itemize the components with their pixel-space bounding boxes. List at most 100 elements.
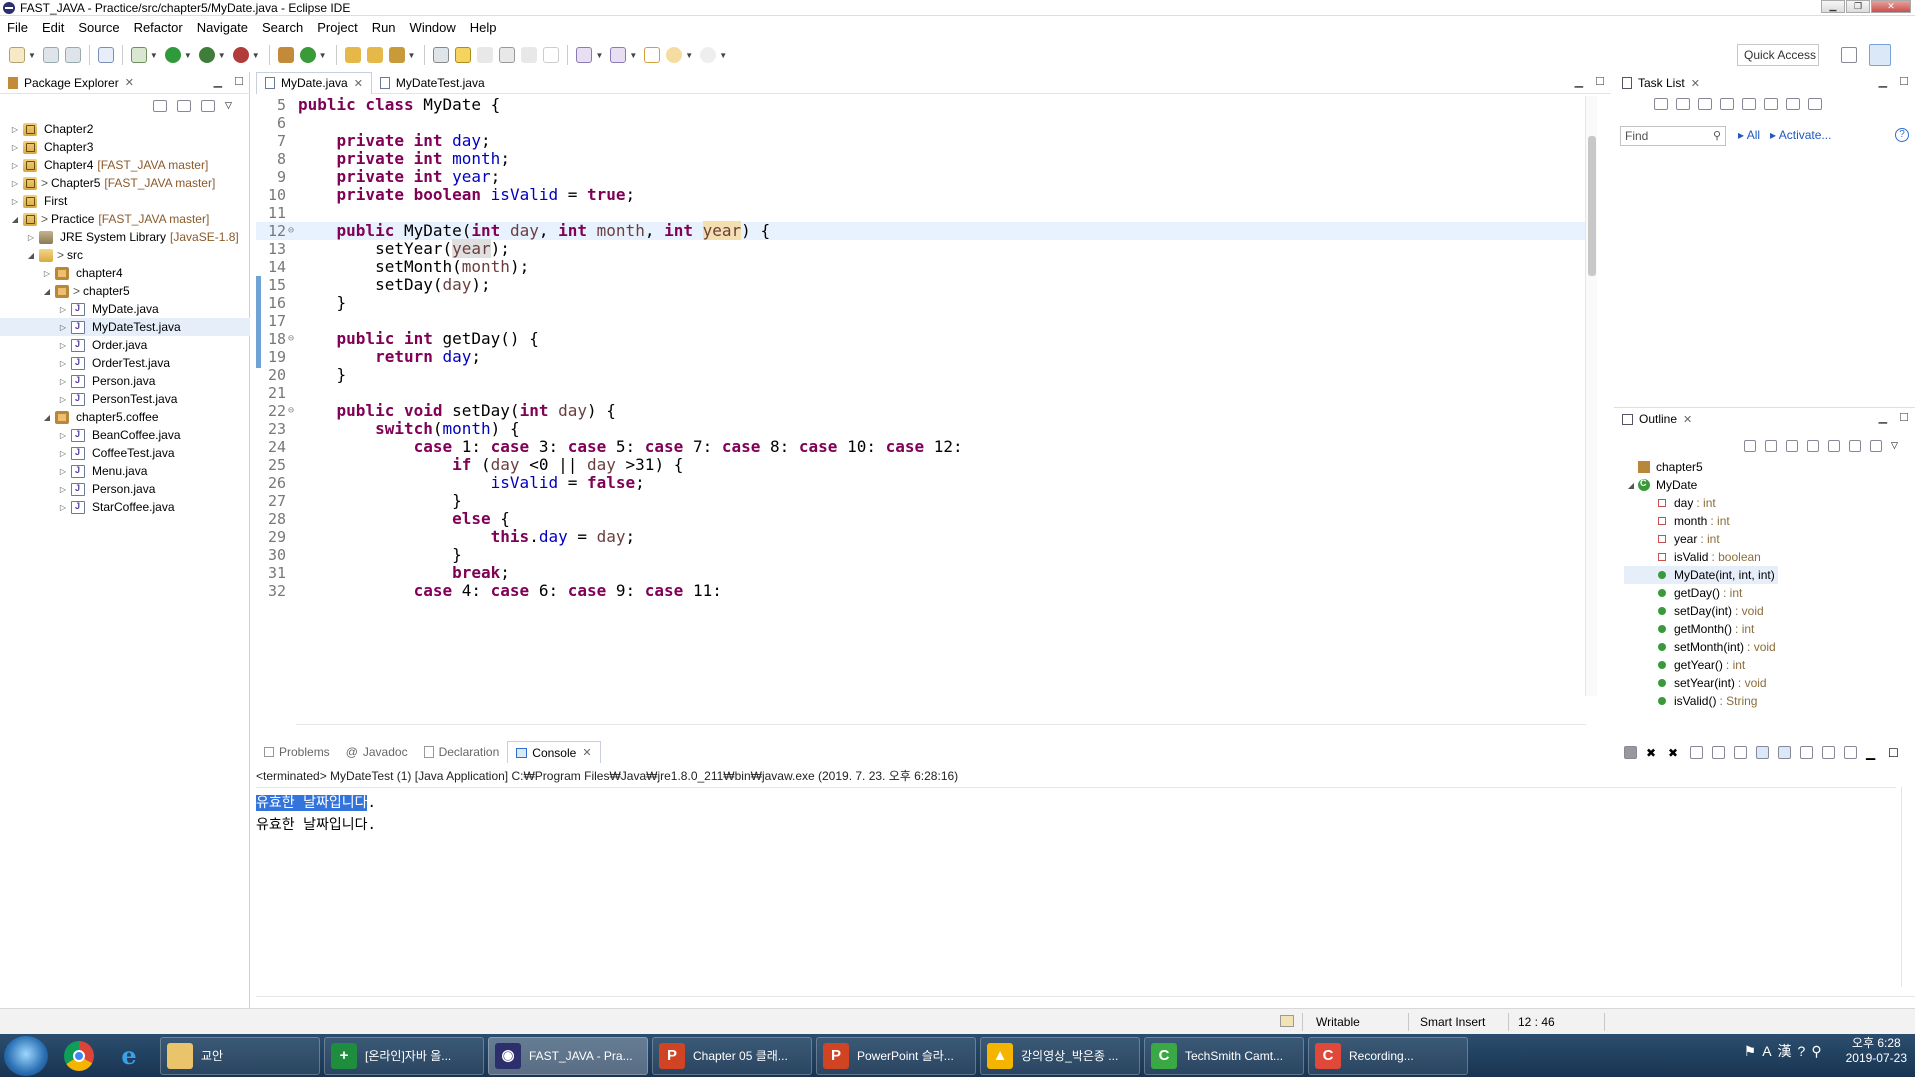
outline-item[interactable]: getDay(): int: [1624, 584, 1778, 602]
menu-run[interactable]: Run: [365, 20, 403, 35]
outline-item[interactable]: day: int: [1624, 494, 1778, 512]
collapsed-twisty-icon[interactable]: ▷: [58, 467, 68, 476]
fold-toggle-icon[interactable]: ⊖: [288, 402, 298, 420]
fold-toggle-icon[interactable]: [288, 456, 298, 474]
tab-package-explorer[interactable]: Package Explorer ✕: [0, 72, 142, 94]
fold-toggle-icon[interactable]: [288, 438, 298, 456]
tree-item[interactable]: ▷ MyDate.java: [0, 300, 250, 318]
coverage-icon[interactable]: [198, 47, 215, 63]
collapsed-twisty-icon[interactable]: ▷: [58, 359, 68, 368]
tree-item[interactable]: ▷ JRE System Library [JavaSE-1.8]: [0, 228, 250, 246]
fold-toggle-icon[interactable]: [288, 294, 298, 312]
hide-completed-icon[interactable]: [1742, 98, 1756, 110]
taskbar-item[interactable]: ◉ FAST_JAVA - Pra...: [488, 1036, 648, 1075]
task-find-input[interactable]: Find ⚲: [1620, 126, 1726, 146]
clear-console-icon[interactable]: [1690, 746, 1703, 759]
new-icon[interactable]: [9, 47, 25, 63]
collapsed-twisty-icon[interactable]: ▷: [58, 323, 68, 332]
fold-toggle-icon[interactable]: [288, 276, 298, 294]
collapsed-twisty-icon[interactable]: ▷: [26, 233, 36, 242]
hide-static-icon[interactable]: [1828, 440, 1840, 452]
collapsed-twisty-icon[interactable]: ▷: [58, 431, 68, 440]
chevron-down-icon[interactable]: ▼: [595, 51, 603, 60]
minimize-button[interactable]: ▁: [1821, 0, 1845, 13]
fold-toggle-icon[interactable]: [288, 240, 298, 258]
tree-item[interactable]: ▷ StarCoffee.java: [0, 498, 250, 516]
tab-console[interactable]: Console ✕: [507, 741, 601, 763]
open-task-icon[interactable]: [366, 47, 383, 63]
minimize-view-icon[interactable]: ▁: [1866, 746, 1879, 760]
fold-toggle-icon[interactable]: [288, 204, 298, 222]
minimize-view-icon[interactable]: ▁: [1879, 75, 1887, 88]
close-icon[interactable]: ✕: [354, 77, 363, 90]
chevron-down-icon[interactable]: ▼: [685, 51, 693, 60]
fold-toggle-icon[interactable]: [288, 564, 298, 582]
chevron-down-icon[interactable]: ▼: [150, 51, 158, 60]
link-with-editor-icon[interactable]: [177, 100, 191, 112]
new-task-icon[interactable]: [1654, 98, 1668, 110]
chevron-down-icon[interactable]: ▼: [719, 51, 727, 60]
tree-item[interactable]: ◢ > src: [0, 246, 250, 264]
twisty-icon[interactable]: ◢: [1624, 481, 1638, 490]
console-output[interactable]: 유효한 날짜입니다. 유효한 날짜입니다.: [256, 787, 1896, 987]
view-menu-icon[interactable]: ▽: [1891, 440, 1903, 452]
pin-console-icon[interactable]: [1800, 746, 1813, 759]
outline-item[interactable]: isValid: boolean: [1624, 548, 1778, 566]
collapsed-twisty-icon[interactable]: ▷: [58, 341, 68, 350]
fold-toggle-icon[interactable]: [288, 528, 298, 546]
fold-toggle-icon[interactable]: [288, 312, 298, 330]
start-button[interactable]: [4, 1035, 48, 1076]
collapsed-twisty-icon[interactable]: ▷: [10, 197, 20, 206]
external-tools-icon[interactable]: [232, 47, 249, 63]
fold-toggle-icon[interactable]: [288, 186, 298, 204]
paragraph-icon[interactable]: [543, 47, 560, 63]
java-perspective-icon[interactable]: [1869, 44, 1891, 66]
scroll-lock-icon[interactable]: [1712, 746, 1725, 759]
synchronize-icon[interactable]: [1808, 98, 1822, 110]
word-wrap-icon[interactable]: [499, 47, 516, 63]
outline-item[interactable]: setYear(int): void: [1624, 674, 1778, 692]
fold-toggle-icon[interactable]: [288, 348, 298, 366]
expanded-twisty-icon[interactable]: ◢: [42, 287, 52, 296]
taskbar-item[interactable]: 교안: [160, 1036, 320, 1075]
terminate-icon[interactable]: [1624, 746, 1637, 759]
tab-mydatetest-java[interactable]: MyDateTest.java: [372, 72, 493, 94]
console-vertical-scrollbar[interactable]: [1901, 787, 1915, 987]
collapse-all-icon[interactable]: [1786, 98, 1800, 110]
show-whitespace-icon[interactable]: [521, 47, 538, 63]
categorized-icon[interactable]: [1676, 98, 1690, 110]
taskbar-item[interactable]: P PowerPoint 슬라...: [816, 1036, 976, 1075]
outline-item[interactable]: MyDate(int, int, int): [1624, 566, 1778, 584]
debug-icon[interactable]: [130, 47, 147, 63]
collapsed-twisty-icon[interactable]: ▷: [58, 305, 68, 314]
tree-item[interactable]: ▷ MyDateTest.java: [0, 318, 250, 336]
new-java-class-icon[interactable]: [299, 47, 316, 63]
previous-annotation-icon[interactable]: [610, 47, 627, 63]
collapsed-twisty-icon[interactable]: ▷: [10, 179, 20, 188]
all-link[interactable]: ▸ All: [1738, 128, 1760, 142]
collapsed-twisty-icon[interactable]: ▷: [42, 269, 52, 278]
fold-toggle-icon[interactable]: [288, 168, 298, 186]
maximize-view-icon[interactable]: ☐: [234, 75, 244, 88]
chrome-icon[interactable]: [54, 1036, 104, 1076]
taskbar-item[interactable]: ▲ 강의영상_박은종 ...: [980, 1036, 1140, 1075]
menu-project[interactable]: Project: [310, 20, 364, 35]
show-console-on-stdout-icon[interactable]: [1756, 746, 1769, 759]
chevron-down-icon[interactable]: ▼: [629, 51, 637, 60]
collapse-all-icon[interactable]: [1765, 440, 1777, 452]
focus-workweek-icon[interactable]: [1720, 98, 1734, 110]
editor-horizontal-scrollbar[interactable]: [296, 724, 1586, 734]
menu-edit[interactable]: Edit: [35, 20, 71, 35]
outline-item[interactable]: setMonth(int): void: [1624, 638, 1778, 656]
tree-item[interactable]: ▷ CoffeeTest.java: [0, 444, 250, 462]
tree-item[interactable]: ▷ Menu.java: [0, 462, 250, 480]
fold-toggle-icon[interactable]: [288, 96, 298, 114]
open-type-icon[interactable]: [344, 47, 361, 63]
outline-item[interactable]: setDay(int): void: [1624, 602, 1778, 620]
expanded-twisty-icon[interactable]: ◢: [26, 251, 36, 260]
taskbar-item[interactable]: P Chapter 05 클래...: [652, 1036, 812, 1075]
outline-item[interactable]: ◢ MyDate: [1624, 476, 1778, 494]
tree-item[interactable]: ▷ Chapter4 [FAST_JAVA master]: [0, 156, 250, 174]
sort-icon[interactable]: [1786, 440, 1798, 452]
tree-item[interactable]: ▷ BeanCoffee.java: [0, 426, 250, 444]
